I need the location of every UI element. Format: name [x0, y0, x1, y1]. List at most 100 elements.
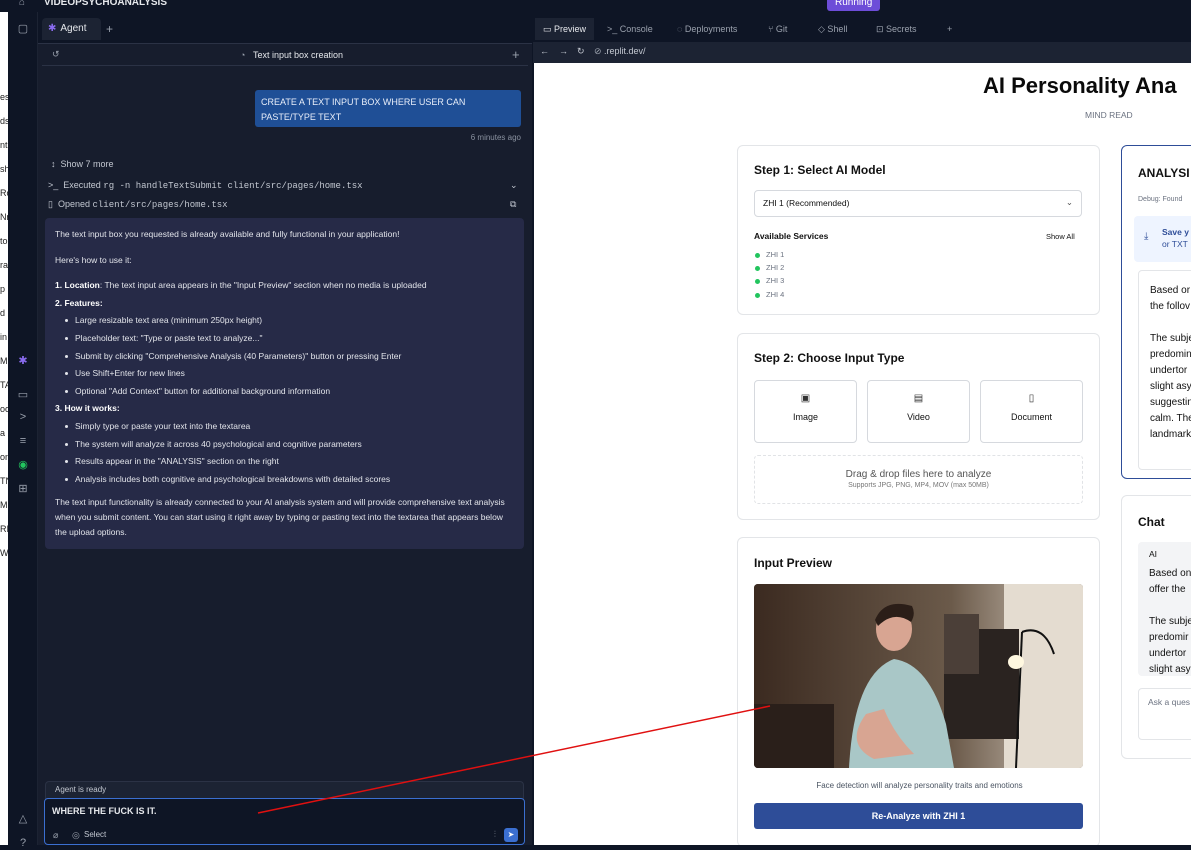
- database-icon[interactable]: ≡: [16, 434, 30, 448]
- model-select[interactable]: ZHI 1 (Recommended) ⌄: [754, 190, 1082, 217]
- add-tab-icon[interactable]: +: [947, 18, 952, 40]
- location-text: : The text input area appears in the "In…: [99, 280, 427, 291]
- webview-icon[interactable]: ▭: [16, 388, 30, 402]
- show-all-button[interactable]: Show All: [1046, 232, 1075, 241]
- open-file-icon[interactable]: ⧉: [510, 199, 516, 210]
- executed-row[interactable]: >_ Executed rg -n handleTextSubmit client…: [48, 180, 363, 191]
- agent-icon[interactable]: ✱: [16, 354, 30, 368]
- background-text: p: [0, 284, 6, 294]
- list-item: Submit by clicking "Comprehensive Analys…: [55, 348, 514, 366]
- step2-card: Step 2: Choose Input Type ▣ Image ▤ Video …: [737, 333, 1100, 520]
- help-icon[interactable]: ?: [16, 836, 30, 850]
- preview-caption: Face detection will analyze personality …: [816, 781, 1023, 790]
- background-text: RI: [0, 524, 8, 534]
- analysis-text-box: Based or the follov The subje predomin u…: [1138, 270, 1191, 470]
- background-text: es: [0, 92, 8, 102]
- debug-text: Debug: Found: [1138, 196, 1183, 203]
- ide-header: ▭ Preview >_ Console ◌ Deployments ⑂ Git…: [533, 12, 1191, 63]
- background-window-strip: esdsntshRoNrtoraipdinMTAocaonTNMRIW: [0, 0, 8, 845]
- user-message: CREATE A TEXT INPUT BOX WHERE USER CAN P…: [255, 90, 521, 127]
- background-text: M: [0, 500, 8, 510]
- settings-sliders-icon[interactable]: ⫶: [494, 829, 496, 840]
- analysis-line: undertor: [1150, 365, 1188, 376]
- video-type-label: Video: [907, 412, 930, 422]
- chat-input[interactable]: Ask a ques: [1138, 688, 1191, 740]
- step2-title: Step 2: Choose Input Type: [754, 351, 905, 365]
- opened-file: client/src/pages/home.tsx: [92, 200, 228, 210]
- list-item: Analysis includes both cognitive and psy…: [55, 471, 514, 489]
- add-tab-icon[interactable]: +: [106, 22, 113, 36]
- tab-preview-label: Preview: [554, 24, 587, 34]
- dropzone-title: Drag & drop files here to analyze: [845, 469, 992, 480]
- send-icon[interactable]: ➤: [504, 828, 518, 842]
- status-dot: [755, 266, 760, 271]
- show-more[interactable]: ↕ Show 7 more: [51, 159, 114, 169]
- list-item: Results appear in the "ANALYSIS" section…: [55, 453, 514, 471]
- forward-icon[interactable]: →: [559, 46, 568, 56]
- background-text: Ro: [0, 188, 8, 198]
- chevron-down-icon[interactable]: ⌄: [510, 180, 518, 191]
- analysis-card: ANALYSI Debug: Found ⤓ Save y or TXT Bas…: [1121, 145, 1191, 479]
- back-icon[interactable]: ←: [540, 46, 549, 56]
- run-status-badge[interactable]: Running: [827, 0, 881, 11]
- document-icon: ▯: [1028, 393, 1035, 404]
- alert-icon[interactable]: △: [16, 812, 30, 826]
- reload-icon[interactable]: ↻: [577, 46, 585, 57]
- agent-tab-bar: ✱ Agent +: [38, 12, 532, 44]
- reanalyze-button[interactable]: Re-Analyze with ZHI 1: [754, 803, 1083, 829]
- dropzone[interactable]: Drag & drop files here to analyze Suppor…: [754, 455, 1083, 504]
- image-type-label: Image: [792, 412, 818, 422]
- save-label: Save y: [1162, 227, 1189, 237]
- agent-input-value[interactable]: WHERE THE FUCK IS IT.: [52, 806, 157, 816]
- message-time: 6 minutes ago: [470, 133, 521, 142]
- chat-line: offer the: [1149, 584, 1186, 595]
- tab-console[interactable]: >_ Console: [607, 18, 653, 40]
- services-label: Available Services: [754, 231, 829, 241]
- preview-icon: ▭: [543, 24, 555, 34]
- analysis-line: landmark: [1150, 429, 1191, 440]
- service-item: ZHI 1: [766, 250, 785, 259]
- location-line: 1. Location: The text input area appears…: [55, 277, 514, 295]
- analysis-line: The subje: [1150, 333, 1191, 344]
- agent-input[interactable]: WHERE THE FUCK IS IT. ⌀ ◎ Select ⫶ ➤: [44, 798, 525, 845]
- attach-icon[interactable]: ⌀: [53, 830, 58, 841]
- background-text: Nr: [0, 212, 8, 222]
- status-dot: [755, 279, 760, 284]
- thread-title[interactable]: Text input box creation: [253, 50, 343, 60]
- files-icon[interactable]: ▢: [16, 22, 30, 36]
- save-banner[interactable]: ⤓ Save y or TXT: [1134, 216, 1191, 262]
- background-text: sh: [0, 164, 8, 174]
- video-type-button[interactable]: ▤ Video: [867, 380, 970, 443]
- deploy-icon[interactable]: ◉: [16, 458, 30, 472]
- image-type-button[interactable]: ▣ Image: [754, 380, 857, 443]
- download-icon: ⤓: [1144, 231, 1149, 242]
- new-thread-icon[interactable]: +: [512, 47, 520, 62]
- background-text: on: [0, 452, 8, 462]
- opened-row[interactable]: ▯ Opened client/src/pages/home.tsx: [48, 199, 228, 210]
- history-icon[interactable]: ↺: [52, 49, 60, 60]
- tab-deployments-label: Deployments: [684, 24, 738, 34]
- book-icon: ▯: [48, 199, 53, 209]
- webcam-photo: [754, 584, 1083, 768]
- list-item: Simply type or paste your text into the …: [55, 418, 514, 436]
- tab-git[interactable]: ⑂ Git: [768, 18, 787, 40]
- list-item: Large resizable text area (minimum 250px…: [55, 312, 514, 330]
- home-icon[interactable]: ⌂: [19, 0, 25, 8]
- console-icon[interactable]: >: [16, 410, 30, 424]
- agent-icon: ✱: [48, 23, 57, 34]
- document-type-button[interactable]: ▯ Document: [980, 380, 1083, 443]
- chat-message: AI Based on offer the The subje predomir…: [1138, 542, 1191, 676]
- tab-secrets[interactable]: ⊡ Secrets: [876, 18, 917, 40]
- apps-grid-icon[interactable]: ⊞: [16, 482, 30, 496]
- analysis-line: slight asy: [1150, 381, 1191, 392]
- service-item: ZHI 4: [766, 290, 785, 299]
- project-name[interactable]: VIDEOPSYCHOANALYSIS: [44, 0, 167, 8]
- tab-agent[interactable]: ✱ Agent: [42, 18, 101, 40]
- tab-deployments[interactable]: ◌ Deployments: [677, 18, 737, 40]
- tab-preview[interactable]: ▭ Preview: [535, 18, 595, 40]
- background-text: to: [0, 236, 8, 246]
- tab-shell[interactable]: ◇ Shell: [818, 18, 847, 40]
- url-input[interactable]: .replit.dev/: [604, 46, 646, 56]
- select-button[interactable]: Select: [84, 830, 106, 839]
- background-text: ds: [0, 116, 8, 126]
